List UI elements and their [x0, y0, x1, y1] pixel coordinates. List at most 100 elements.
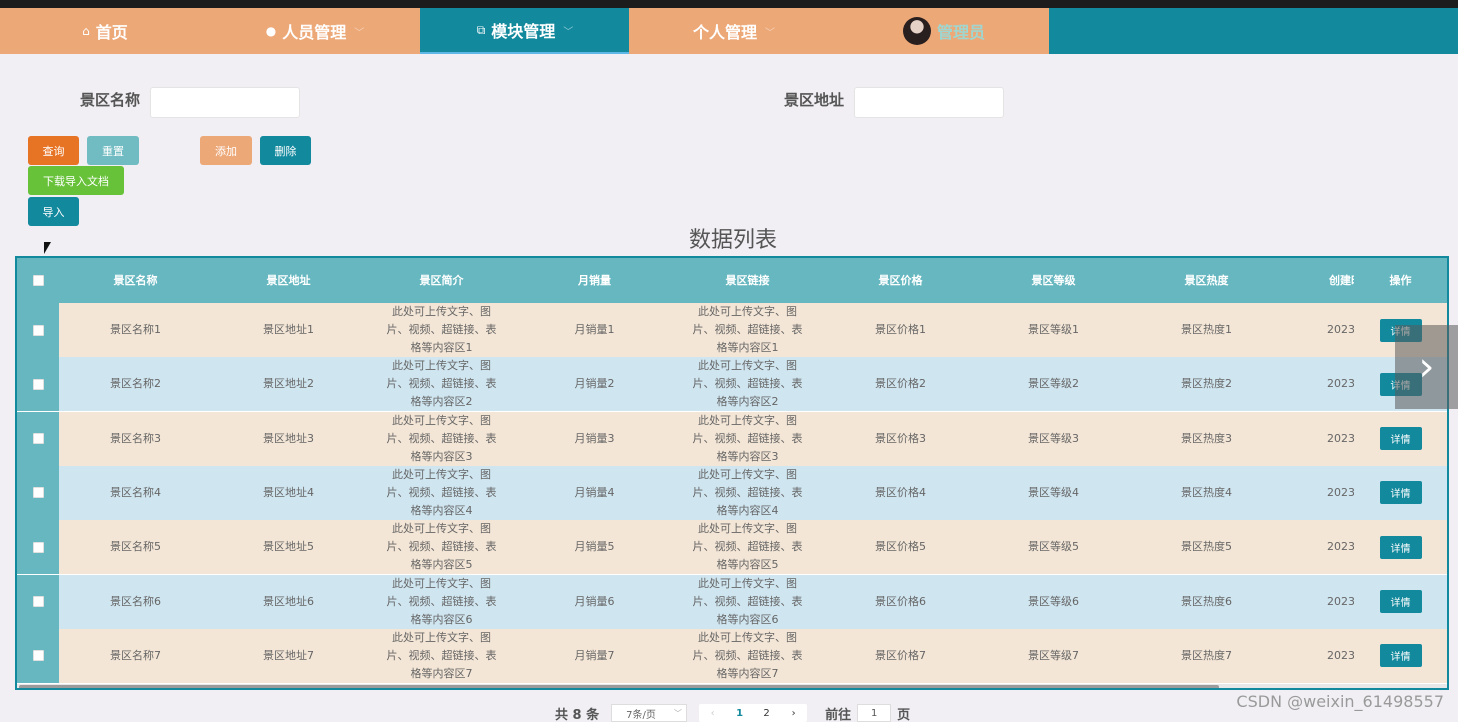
- scrollbar-thumb[interactable]: [19, 685, 1219, 688]
- detail-button[interactable]: 详情: [1379, 644, 1422, 668]
- chevron-down-icon: ﹀: [673, 708, 682, 718]
- cell-level: 景区等级5: [1028, 540, 1079, 554]
- avatar: [902, 17, 931, 45]
- cell-sales: 月销量7: [574, 648, 615, 662]
- cell-price: 景区价格3: [875, 431, 926, 445]
- table-row: 景区名称3 景区地址3 此处可上传文字、图片、视频、超链接、表格等内容区3 月销量3 此…: [17, 411, 1447, 466]
- nav-item-label: 人员管理: [282, 23, 347, 42]
- cell-sales: 月销量6: [574, 594, 615, 608]
- row-select-cell: [17, 303, 59, 357]
- column-header-actions: 操作: [1354, 258, 1447, 303]
- nav-item-label: 模块管理: [491, 22, 556, 41]
- page-number[interactable]: 1: [726, 708, 753, 719]
- cell-intro: 此处可上传文字、图片、视频、超链接、表格等内容区4: [386, 467, 497, 517]
- row-checkbox[interactable]: [32, 596, 44, 607]
- select-all-checkbox[interactable]: [32, 275, 44, 286]
- watermark: CSDN @weixin_61498557: [1236, 692, 1444, 711]
- actions-cell: 详情: [1354, 465, 1447, 520]
- cell-intro: 此处可上传文字、图片、视频、超链接、表格等内容区6: [386, 576, 497, 626]
- user-menu[interactable]: 管理员: [839, 8, 1049, 54]
- table-row: 景区名称1 景区地址1 此处可上传文字、图片、视频、超链接、表格等内容区1 月销量1 此…: [17, 303, 1447, 357]
- cell-heat: 景区热度7: [1181, 648, 1232, 662]
- column-header[interactable]: 月销量: [518, 258, 671, 303]
- name-label: 景区名称: [80, 91, 141, 109]
- row-checkbox[interactable]: [32, 324, 44, 336]
- column-header[interactable]: 景区地址: [212, 258, 365, 303]
- page-size-select[interactable]: 7条/页 ﹀: [611, 704, 688, 722]
- row-checkbox[interactable]: [32, 650, 44, 662]
- nav-item-personnel[interactable]: ● 人员管理 ﹀: [210, 8, 420, 54]
- cell-name: 景区名称1: [110, 323, 161, 336]
- query-button[interactable]: 查询: [28, 136, 79, 165]
- cell-price: 景区价格7: [875, 648, 926, 662]
- download-template-button[interactable]: 下载导入文档: [28, 166, 124, 195]
- actions-cell: 详情: [1354, 628, 1447, 683]
- column-header[interactable]: 景区价格: [824, 258, 977, 303]
- window-top-strip: [0, 0, 1458, 8]
- cell-address: 景区地址4: [263, 485, 314, 499]
- delete-button[interactable]: 删除: [260, 136, 311, 165]
- row-select-cell: [17, 357, 59, 412]
- chevron-down-icon: ﹀: [765, 27, 775, 39]
- prev-page-button[interactable]: ‹: [699, 708, 726, 719]
- actions-cell: 详情: [1354, 520, 1447, 575]
- chevron-down-icon: ﹀: [354, 27, 365, 39]
- actions-cell: 详情: [1354, 411, 1447, 466]
- row-select-cell: [17, 628, 59, 683]
- nav-item-personal[interactable]: 个人管理 ﹀: [629, 8, 839, 54]
- horizontal-scrollbar[interactable]: [17, 684, 1447, 688]
- top-nav: ⌂ 首页 ● 人员管理 ﹀ ⧉ 模块管理 ﹀ 个人管理 ﹀ 管理员: [0, 8, 1458, 54]
- cell-heat: 景区热度1: [1181, 323, 1232, 336]
- cell-level: 景区等级4: [1028, 485, 1079, 499]
- cell-heat: 景区热度4: [1181, 485, 1232, 499]
- reset-button[interactable]: 重置: [87, 136, 139, 165]
- data-table: 景区名称 景区地址 景区简介 月销量 景区链接 景区价格 景区等级 景区热度 创…: [15, 256, 1449, 690]
- user-name: 管理员: [936, 23, 985, 42]
- page-number[interactable]: 2: [753, 708, 780, 719]
- table-header: 景区名称 景区地址 景区简介 月销量 景区链接 景区价格 景区等级 景区热度 创…: [17, 258, 1447, 303]
- row-checkbox[interactable]: [32, 541, 44, 553]
- next-page-button[interactable]: ›: [780, 708, 807, 719]
- cell-intro: 此处可上传文字、图片、视频、超链接、表格等内容区3: [386, 413, 497, 463]
- column-header[interactable]: 景区名称: [59, 258, 212, 303]
- address-search-input[interactable]: [854, 87, 1004, 118]
- cell-link: 此处可上传文字、图片、视频、超链接、表格等内容区4: [692, 467, 803, 517]
- cell-name: 景区名称3: [110, 431, 161, 445]
- pagination-total: 共 8 条: [555, 707, 600, 722]
- goto-label: 前往: [825, 707, 852, 722]
- cell-name: 景区名称5: [110, 540, 161, 554]
- detail-button[interactable]: 详情: [1379, 427, 1422, 451]
- nav-item-home[interactable]: ⌂ 首页: [0, 8, 210, 54]
- detail-button[interactable]: 详情: [1379, 481, 1422, 505]
- add-button[interactable]: 添加: [200, 136, 252, 165]
- row-select-cell: [17, 574, 59, 629]
- cell-address: 景区地址6: [263, 594, 314, 608]
- cell-name: 景区名称4: [110, 485, 161, 499]
- detail-button[interactable]: 详情: [1379, 590, 1422, 613]
- home-icon: ⌂: [82, 24, 90, 38]
- cell-name: 景区名称6: [110, 594, 161, 608]
- cell-name: 景区名称2: [110, 377, 161, 391]
- cell-level: 景区等级7: [1028, 648, 1079, 662]
- column-header[interactable]: 景区等级: [977, 258, 1130, 303]
- cell-link: 此处可上传文字、图片、视频、超链接、表格等内容区1: [692, 305, 803, 354]
- row-checkbox[interactable]: [32, 378, 44, 390]
- column-header[interactable]: 景区热度: [1130, 258, 1283, 303]
- cell-intro: 此处可上传文字、图片、视频、超链接、表格等内容区7: [386, 630, 497, 680]
- detail-button[interactable]: 详情: [1379, 535, 1422, 559]
- cell-sales: 月销量2: [574, 377, 615, 391]
- table-row: 景区名称2 景区地址2 此处可上传文字、图片、视频、超链接、表格等内容区2 月销量2 此…: [17, 357, 1447, 412]
- page-list: ‹ 1 2 ›: [699, 704, 808, 722]
- cell-address: 景区地址7: [263, 648, 314, 662]
- page-size-value: 7条/页: [626, 709, 656, 721]
- cell-sales: 月销量3: [574, 431, 615, 445]
- row-checkbox[interactable]: [32, 487, 44, 499]
- nav-item-label: 个人管理: [692, 23, 757, 42]
- column-header[interactable]: 景区链接: [671, 258, 824, 303]
- goto-page-input[interactable]: 1: [857, 704, 892, 722]
- name-search-input[interactable]: [150, 87, 300, 118]
- chevron-right-icon[interactable]: ›: [1395, 325, 1458, 409]
- nav-item-modules[interactable]: ⧉ 模块管理 ﹀: [420, 8, 630, 54]
- column-header[interactable]: 景区简介: [365, 258, 518, 303]
- row-checkbox[interactable]: [32, 433, 44, 445]
